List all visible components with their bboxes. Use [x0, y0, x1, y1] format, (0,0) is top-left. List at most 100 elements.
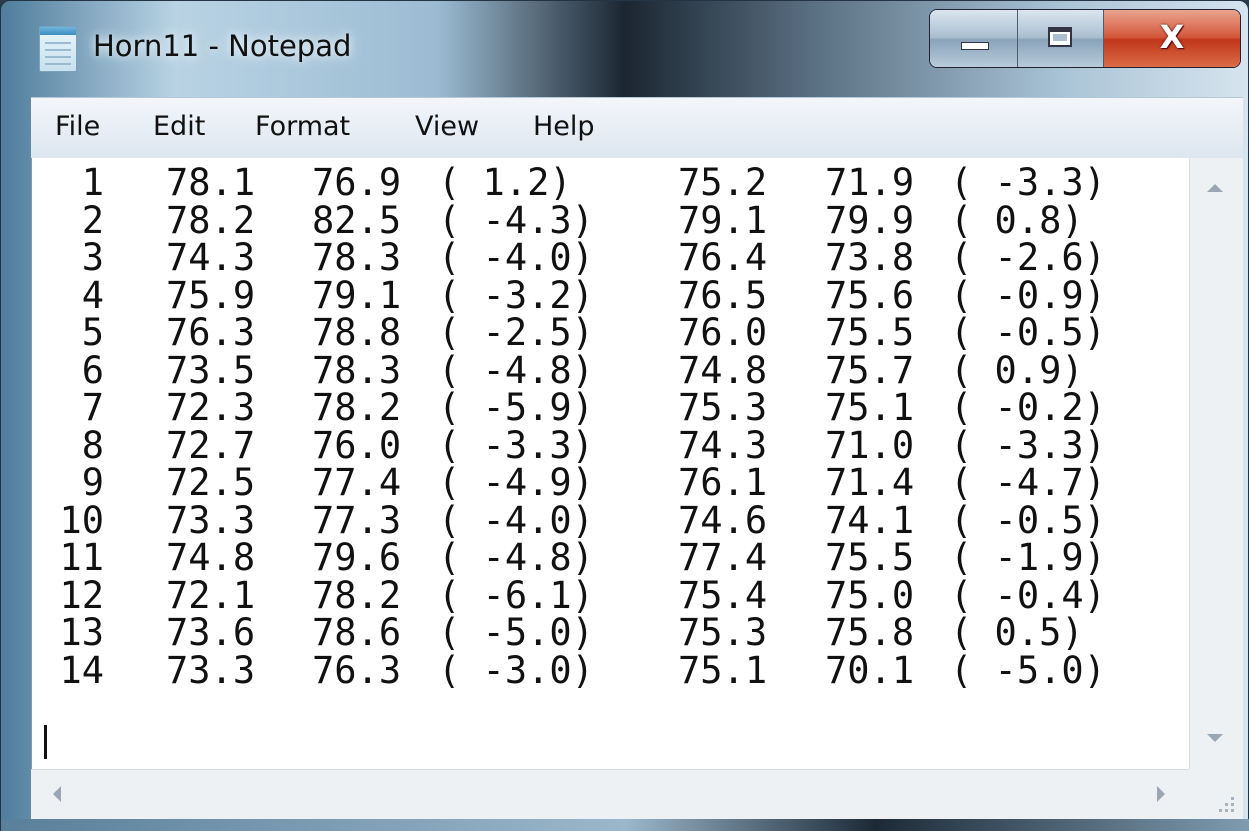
diff-1: ( -4.8) — [438, 536, 594, 579]
value-a: 76.3 — [166, 311, 256, 354]
value-c: 79.1 — [678, 198, 768, 242]
diff-1: ( -2.5) — [438, 311, 594, 354]
maximize-icon — [1048, 27, 1072, 47]
row-number: 9 — [81, 461, 104, 504]
value-e: 73.8 — [825, 236, 915, 279]
diff-1: ( -3.0) — [438, 648, 594, 692]
value-b: 78.3 — [312, 236, 402, 279]
value-a: 78.1 — [166, 161, 256, 204]
value-c: 75.2 — [678, 161, 768, 204]
window-title: Horn11 - Notepad — [93, 29, 352, 63]
close-icon: X — [1159, 18, 1185, 56]
value-e: 71.4 — [825, 461, 915, 504]
diff-2: ( 0.9) — [950, 348, 1084, 392]
scroll-left-icon[interactable] — [53, 786, 61, 802]
text-editor[interactable]: 1 78.1 76.9 ( 1.2) 75.2 71.9 ( -3.3) 2 78.2 82.5 (… — [31, 158, 1190, 769]
value-c: 76.0 — [678, 311, 768, 354]
value-e: 75.5 — [825, 311, 915, 354]
value-b: 78.2 — [312, 386, 402, 429]
diff-2: ( -1.9) — [950, 536, 1106, 579]
row-number: 2 — [81, 198, 104, 242]
diff-2: ( -0.2) — [950, 386, 1106, 429]
value-e: 75.5 — [825, 536, 915, 579]
value-b: 77.4 — [312, 461, 402, 504]
row-number: 11 — [59, 536, 104, 579]
row-number: 4 — [81, 273, 104, 317]
diff-1: ( 1.2) — [438, 161, 572, 204]
vertical-scrollbar[interactable] — [1189, 158, 1243, 769]
value-b: 76.0 — [312, 423, 402, 467]
row-number: 8 — [81, 423, 104, 467]
row-number: 13 — [59, 611, 104, 654]
scroll-down-icon[interactable] — [1207, 734, 1223, 742]
value-c: 76.1 — [678, 461, 768, 504]
menu-help[interactable]: Help — [533, 111, 595, 142]
value-e: 75.6 — [825, 273, 915, 317]
diff-1: ( -3.3) — [438, 423, 594, 467]
value-a: 74.8 — [166, 536, 256, 579]
diff-2: ( -4.7) — [950, 461, 1106, 504]
value-e: 71.0 — [825, 423, 915, 467]
value-a: 75.9 — [166, 273, 256, 317]
menu-view[interactable]: View — [415, 111, 479, 142]
diff-2: ( 0.5) — [950, 611, 1084, 654]
diff-1: ( -5.9) — [438, 386, 594, 429]
value-a: 72.1 — [166, 573, 256, 617]
minimize-button[interactable] — [930, 10, 1018, 67]
value-a: 73.5 — [166, 348, 256, 392]
value-e: 70.1 — [825, 648, 915, 692]
horizontal-scrollbar[interactable] — [31, 769, 1189, 819]
notepad-icon[interactable] — [39, 26, 77, 72]
diff-2: ( 0.8) — [950, 198, 1084, 242]
close-button[interactable]: X — [1104, 10, 1240, 67]
diff-1: ( -4.9) — [438, 461, 594, 504]
value-b: 78.2 — [312, 573, 402, 617]
diff-1: ( -5.0) — [438, 611, 594, 654]
maximize-button[interactable] — [1018, 10, 1104, 67]
row-number: 3 — [81, 236, 104, 279]
value-b: 77.3 — [312, 498, 402, 542]
scroll-right-icon[interactable] — [1157, 786, 1165, 802]
value-e: 75.0 — [825, 573, 915, 617]
diff-2: ( -2.6) — [950, 236, 1106, 279]
value-b: 76.3 — [312, 648, 402, 692]
window-controls: X — [929, 9, 1241, 68]
diff-2: ( -3.3) — [950, 423, 1106, 467]
value-e: 71.9 — [825, 161, 915, 204]
value-c: 74.3 — [678, 423, 768, 467]
value-c: 75.3 — [678, 611, 768, 654]
scroll-up-icon[interactable] — [1207, 184, 1223, 192]
value-c: 75.3 — [678, 386, 768, 429]
value-e: 75.1 — [825, 386, 915, 429]
diff-2: ( -0.5) — [950, 311, 1106, 354]
value-a: 72.7 — [166, 423, 256, 467]
diff-2: ( -3.3) — [950, 161, 1106, 204]
diff-1: ( -4.0) — [438, 236, 594, 279]
value-c: 76.5 — [678, 273, 768, 317]
diff-1: ( -4.8) — [438, 348, 594, 392]
row-number: 6 — [81, 348, 104, 392]
row-number: 10 — [59, 498, 104, 542]
notepad-window: Horn11 - Notepad X File Edit Format View… — [0, 0, 1249, 831]
row-number: 14 — [59, 648, 104, 692]
menu-bar: File Edit Format View Help — [31, 97, 1243, 159]
value-b: 79.1 — [312, 273, 402, 317]
diff-1: ( -4.0) — [438, 498, 594, 542]
row-number: 7 — [81, 386, 104, 429]
menu-format[interactable]: Format — [255, 111, 350, 142]
value-a: 78.2 — [166, 198, 256, 242]
value-a: 74.3 — [166, 236, 256, 279]
resize-grip-icon[interactable] — [1189, 769, 1243, 819]
row-number: 12 — [59, 573, 104, 617]
diff-1: ( -6.1) — [438, 573, 594, 617]
menu-edit[interactable]: Edit — [153, 111, 205, 142]
value-a: 72.5 — [166, 461, 256, 504]
title-bar[interactable]: Horn11 - Notepad X — [1, 1, 1249, 96]
menu-file[interactable]: File — [55, 111, 100, 142]
value-b: 78.3 — [312, 348, 402, 392]
value-a: 73.3 — [166, 498, 256, 542]
row-number: 1 — [81, 161, 104, 204]
window-bottom-border — [1, 819, 1249, 831]
value-c: 75.4 — [678, 573, 768, 617]
text-caret — [44, 725, 47, 759]
